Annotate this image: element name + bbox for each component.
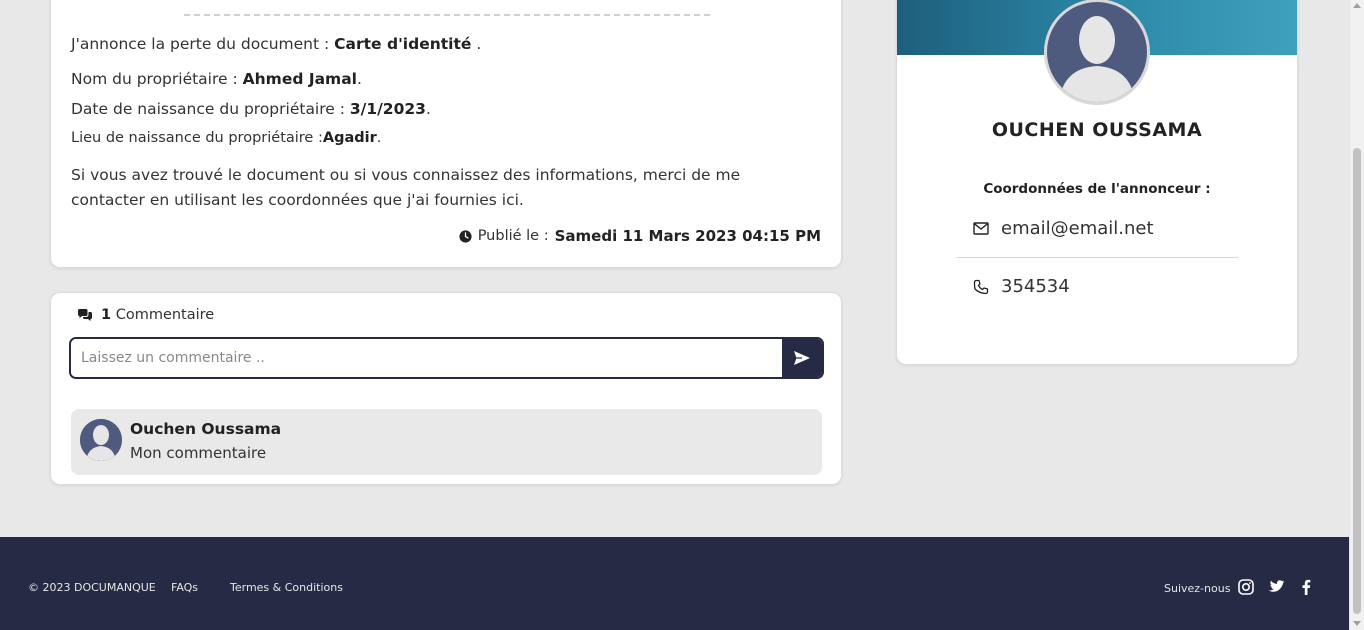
profile-email-value: email@email.net <box>1001 218 1154 239</box>
user-avatar-icon <box>80 419 122 461</box>
send-comment-button[interactable] <box>782 339 822 377</box>
twitter-icon[interactable] <box>1267 578 1285 596</box>
comment-text: Mon commentaire <box>130 444 267 462</box>
phone-icon <box>973 279 989 294</box>
document-type: Carte d'identité <box>334 35 472 53</box>
comment-avatar <box>80 419 122 461</box>
document-card: J'annonce la perte du document : Carte d… <box>50 0 842 268</box>
instagram-icon[interactable] <box>1237 578 1255 596</box>
footer-faqs-link[interactable]: FAQs <box>171 581 198 594</box>
scroll-down-arrow[interactable] <box>1353 621 1361 626</box>
comments-icon <box>78 309 92 321</box>
owner-name-line: Nom du propriétaire : Ahmed Jamal. <box>71 70 362 88</box>
comments-count-label: Commentaire <box>115 307 215 323</box>
owner-birthplace: Agadir <box>322 130 377 146</box>
send-icon <box>794 351 810 365</box>
footer-terms-link[interactable]: Termes & Conditions <box>230 581 343 594</box>
scroll-up-arrow[interactable] <box>1353 3 1361 8</box>
contact-divider <box>957 257 1238 258</box>
comment-author: Ouchen Oussama <box>130 420 282 438</box>
scroll-thumb[interactable] <box>1353 148 1361 614</box>
user-avatar-icon <box>1047 2 1147 102</box>
profile-phone: 354534 <box>973 276 1070 297</box>
dashed-divider <box>184 14 710 16</box>
owner-name: Ahmed Jamal <box>242 70 357 88</box>
profile-phone-value: 354534 <box>1001 276 1070 297</box>
clock-icon <box>459 229 472 243</box>
profile-email: email@email.net <box>973 218 1154 239</box>
mail-icon <box>973 222 989 235</box>
published-info: Publié le : Samedi 11 Mars 2023 04:15 PM <box>459 227 821 245</box>
comment-form <box>69 337 824 379</box>
footer-copyright: © 2023 DOCUMANQUE <box>28 581 156 594</box>
comment-input[interactable] <box>71 339 782 377</box>
facebook-icon[interactable] <box>1297 578 1315 596</box>
follow-us-label: Suivez-nous <box>1164 582 1231 595</box>
owner-birthdate-line: Date de naissance du propriétaire : 3/1/… <box>71 100 431 118</box>
contact-message: Si vous avez trouvé le document ou si vo… <box>71 166 741 209</box>
loss-statement: J'annonce la perte du document : Carte d… <box>71 35 482 53</box>
footer: © 2023 DOCUMANQUE FAQs Termes & Conditio… <box>0 537 1349 630</box>
published-label: Publié le : <box>477 228 549 244</box>
published-date: Samedi 11 Mars 2023 04:15 PM <box>554 227 821 245</box>
owner-birthdate: 3/1/2023 <box>349 100 426 118</box>
owner-birthplace-line: Lieu de naissance du propriétaire :Agadi… <box>71 130 382 146</box>
comments-card: 1 Commentaire Ouchen Oussama Mon comment… <box>50 292 842 485</box>
comment-item: Ouchen Oussama Mon commentaire <box>71 409 822 475</box>
comments-count: 1 <box>101 307 112 323</box>
profile-avatar <box>1044 0 1150 105</box>
page-scrollbar[interactable] <box>1349 0 1364 630</box>
profile-name: OUCHEN OUSSAMA <box>991 119 1203 141</box>
comments-header: 1 Commentaire <box>77 307 214 323</box>
contact-title: Coordonnées de l'annonceur : <box>983 181 1211 197</box>
profile-card: OUCHEN OUSSAMA Coordonnées de l'annonceu… <box>896 0 1298 365</box>
